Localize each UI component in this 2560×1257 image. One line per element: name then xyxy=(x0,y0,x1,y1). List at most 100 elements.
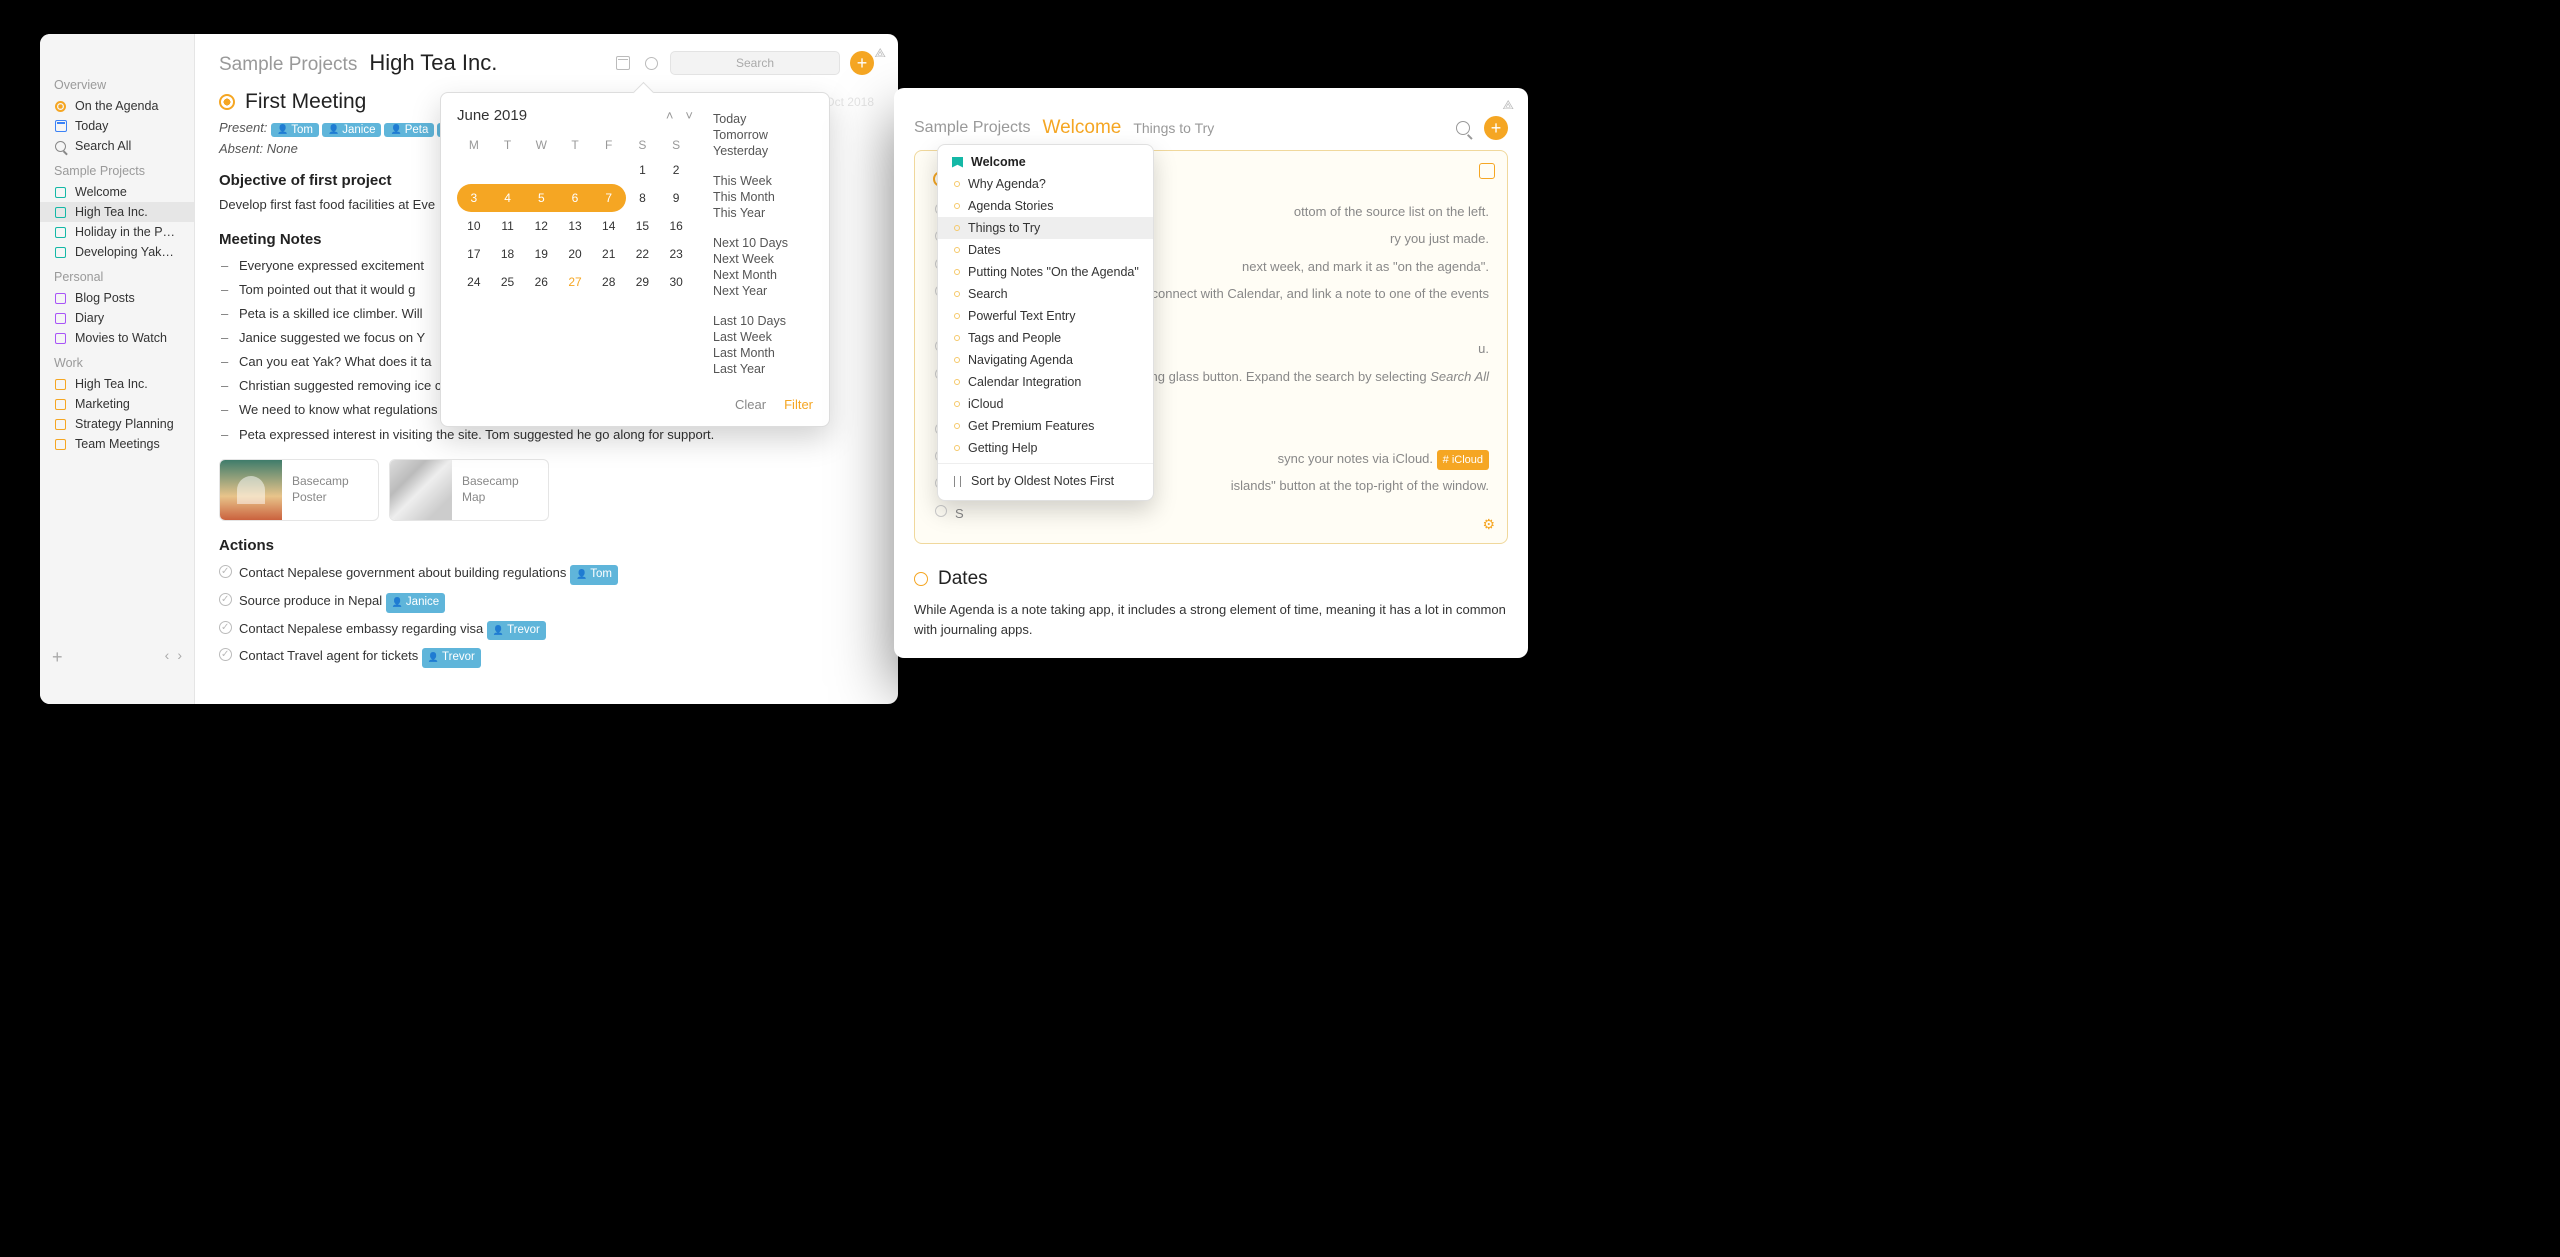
calendar-day[interactable]: 23 xyxy=(659,240,693,268)
dropdown-item[interactable]: Navigating Agenda xyxy=(938,349,1153,371)
calendar-day[interactable]: 1 xyxy=(626,156,660,184)
radio-icon[interactable] xyxy=(935,505,947,517)
date-preset[interactable]: Next Month xyxy=(713,267,813,283)
person-tag[interactable]: Tom xyxy=(271,123,319,137)
calendar-clear-button[interactable]: Clear xyxy=(735,397,766,412)
calendar-day[interactable]: 27 xyxy=(558,268,592,296)
dropdown-item[interactable]: Tags and People xyxy=(938,327,1153,349)
dropdown-item[interactable]: Getting Help xyxy=(938,437,1153,459)
calendar-day[interactable]: 2 xyxy=(659,156,693,184)
calendar-day[interactable]: 3 xyxy=(457,184,491,212)
calendar-day[interactable]: 29 xyxy=(626,268,660,296)
dropdown-sort-option[interactable]: Sort by Oldest Notes First xyxy=(938,468,1153,494)
dropdown-header[interactable]: Welcome xyxy=(938,151,1153,173)
calendar-day[interactable]: 26 xyxy=(524,268,558,296)
note-gear-icon[interactable]: ⚙ xyxy=(1482,516,1495,533)
sidebar-item[interactable]: Blog Posts xyxy=(40,288,194,308)
calendar-day[interactable]: 4 xyxy=(491,184,525,212)
calendar-filter-button[interactable]: Filter xyxy=(784,397,813,412)
checkbox-icon[interactable] xyxy=(219,621,232,634)
dropdown-item[interactable]: Calendar Integration xyxy=(938,371,1153,393)
person-tag[interactable]: Trevor xyxy=(422,648,481,668)
note-title[interactable]: Dates xyxy=(938,568,988,590)
date-preset[interactable]: Last Year xyxy=(713,361,813,377)
dropdown-item[interactable]: Things to Try xyxy=(938,217,1153,239)
target-icon[interactable] xyxy=(642,54,660,72)
calendar-day[interactable]: 20 xyxy=(558,240,592,268)
sidebar-item[interactable]: Team Meetings xyxy=(40,434,194,454)
action-item[interactable]: Contact Nepalese embassy regarding visa … xyxy=(239,616,874,644)
calendar-day[interactable]: 18 xyxy=(491,240,525,268)
calendar-day[interactable]: 15 xyxy=(626,212,660,240)
date-preset[interactable]: Last Month xyxy=(713,345,813,361)
on-the-agenda-ring-icon[interactable] xyxy=(914,572,928,586)
date-preset[interactable]: Last Week xyxy=(713,329,813,345)
calendar-day[interactable]: 16 xyxy=(659,212,693,240)
person-tag[interactable]: Janice xyxy=(386,593,445,613)
date-preset[interactable]: Yesterday xyxy=(713,143,813,159)
dropdown-item[interactable]: Agenda Stories xyxy=(938,195,1153,217)
action-item[interactable]: Source produce in Nepal Janice xyxy=(239,588,874,616)
dropdown-item[interactable]: Putting Notes "On the Agenda" xyxy=(938,261,1153,283)
add-note-button[interactable]: + xyxy=(1484,116,1508,140)
date-preset[interactable]: Last 10 Days xyxy=(713,313,813,329)
date-preset[interactable]: Next 10 Days xyxy=(713,235,813,251)
calendar-day[interactable]: 21 xyxy=(592,240,626,268)
dropdown-item[interactable]: Why Agenda? xyxy=(938,173,1153,195)
sidebar-item[interactable]: High Tea Inc. xyxy=(40,202,194,222)
calendar-day[interactable]: 22 xyxy=(626,240,660,268)
date-preset[interactable]: This Month xyxy=(713,189,813,205)
calendar-day[interactable]: 9 xyxy=(659,184,693,212)
breadcrumb-category[interactable]: Sample Projects xyxy=(914,119,1031,137)
date-preset[interactable]: Tomorrow xyxy=(713,127,813,143)
sidebar-item[interactable]: Strategy Planning xyxy=(40,414,194,434)
sidebar-item[interactable]: High Tea Inc. xyxy=(40,374,194,394)
search-input[interactable]: Search xyxy=(670,51,840,75)
note-calendar-icon[interactable] xyxy=(1479,163,1495,179)
breadcrumb-project[interactable]: High Tea Inc. xyxy=(369,50,497,76)
calendar-day[interactable]: 17 xyxy=(457,240,491,268)
on-the-agenda-icon[interactable] xyxy=(219,94,235,110)
calendar-day[interactable]: 7 xyxy=(592,184,626,212)
dropdown-item[interactable]: Get Premium Features xyxy=(938,415,1153,437)
calendar-day[interactable]: 13 xyxy=(558,212,592,240)
action-item[interactable]: Contact Nepalese government about buildi… xyxy=(239,560,874,588)
sidebar-back-button[interactable]: ‹ xyxy=(165,647,170,668)
sidebar-item[interactable]: Developing Yak… xyxy=(40,242,194,262)
add-category-button[interactable]: + xyxy=(52,647,63,668)
date-preset[interactable]: Next Year xyxy=(713,283,813,299)
calendar-day[interactable]: 8 xyxy=(626,184,660,212)
calendar-day[interactable]: 10 xyxy=(457,212,491,240)
calendar-day[interactable]: 28 xyxy=(592,268,626,296)
calendar-day[interactable]: 19 xyxy=(524,240,558,268)
action-item[interactable]: Contact Travel agent for tickets Trevor xyxy=(239,643,874,671)
calendar-day[interactable]: 30 xyxy=(659,268,693,296)
sidebar-item-on-the-agenda[interactable]: On the Agenda xyxy=(40,96,194,116)
person-tag[interactable]: Trevor xyxy=(487,621,546,641)
checklist-item[interactable]: S xyxy=(955,500,1489,527)
dropdown-item[interactable]: Powerful Text Entry xyxy=(938,305,1153,327)
calendar-next-month-icon[interactable]: ˅ xyxy=(685,108,693,123)
sidebar-item-today[interactable]: Today xyxy=(40,116,194,136)
dropdown-item[interactable]: Dates xyxy=(938,239,1153,261)
dropdown-item[interactable]: Search xyxy=(938,283,1153,305)
sidebar-item[interactable]: Welcome xyxy=(40,182,194,202)
checkbox-icon[interactable] xyxy=(219,565,232,578)
sidebar-forward-button[interactable]: › xyxy=(177,647,182,668)
sidebar-item[interactable]: Holiday in the P… xyxy=(40,222,194,242)
add-note-button[interactable]: + xyxy=(850,51,874,75)
sidebar-item-search-all[interactable]: Search All xyxy=(40,136,194,156)
date-preset[interactable]: This Year xyxy=(713,205,813,221)
breadcrumb-category[interactable]: Sample Projects xyxy=(219,54,357,76)
sidebar-item[interactable]: Movies to Watch xyxy=(40,328,194,348)
date-preset[interactable]: Today xyxy=(713,111,813,127)
calendar-day[interactable]: 5 xyxy=(524,184,558,212)
calendar-day[interactable]: 24 xyxy=(457,268,491,296)
attachment-poster[interactable]: BasecampPoster xyxy=(219,459,379,521)
sidebar-item[interactable]: Diary xyxy=(40,308,194,328)
date-preset[interactable]: This Week xyxy=(713,173,813,189)
person-tag[interactable]: Peta xyxy=(384,123,434,137)
calendar-day[interactable]: 12 xyxy=(524,212,558,240)
dropdown-item[interactable]: iCloud xyxy=(938,393,1153,415)
calendar-day[interactable]: 6 xyxy=(558,184,592,212)
